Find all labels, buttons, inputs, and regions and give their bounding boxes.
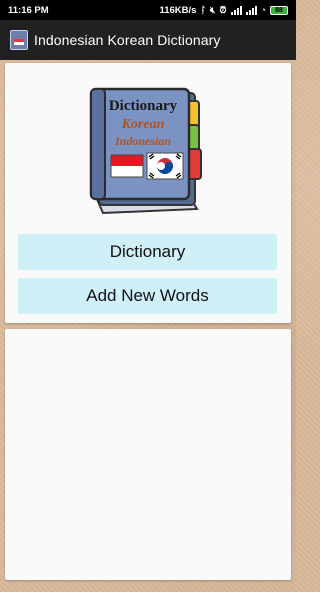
book-icon: Dictionary Korean Indonesian — [89, 87, 202, 215]
dictionary-button[interactable]: Dictionary — [18, 234, 277, 270]
dictionary-book-logo: Dictionary Korean Indonesian — [81, 83, 221, 223]
signal-icon — [230, 5, 242, 15]
empty-content-panel — [5, 329, 291, 580]
silent-icon: 🔇︎ — [209, 4, 216, 15]
korea-flag-icon — [146, 152, 184, 180]
app-title: Indonesian Korean Dictionary — [34, 32, 221, 48]
logo-line-korean: Korean — [121, 117, 165, 132]
logo-line-dictionary: Dictionary — [109, 98, 178, 114]
book-app-icon — [10, 30, 28, 50]
status-bar: 11:16 PM 116KB/s ᛛ 🔇︎ ⏰︎ ◔ 88 — [0, 0, 296, 20]
battery-level: 88 — [275, 6, 283, 14]
alarm-icon: ⏰︎ — [219, 4, 227, 15]
status-time: 11:16 PM — [8, 4, 49, 16]
signal-icon-2 — [245, 5, 257, 15]
wifi-icon: ◔ — [260, 4, 266, 15]
indonesia-flag-icon — [110, 154, 144, 178]
logo-line-indonesian: Indonesian — [114, 134, 171, 148]
status-icons: 116KB/s ᛛ 🔇︎ ⏰︎ ◔ 88 — [159, 5, 288, 16]
battery-icon: 88 — [270, 5, 288, 15]
add-new-words-button[interactable]: Add New Words — [18, 278, 277, 314]
app-toolbar: Indonesian Korean Dictionary — [0, 20, 296, 60]
bluetooth-icon: ᛛ — [200, 4, 206, 15]
main-menu-panel: Dictionary Korean Indonesian Dictionary … — [5, 63, 291, 323]
network-speed: 116KB/s — [159, 4, 197, 16]
